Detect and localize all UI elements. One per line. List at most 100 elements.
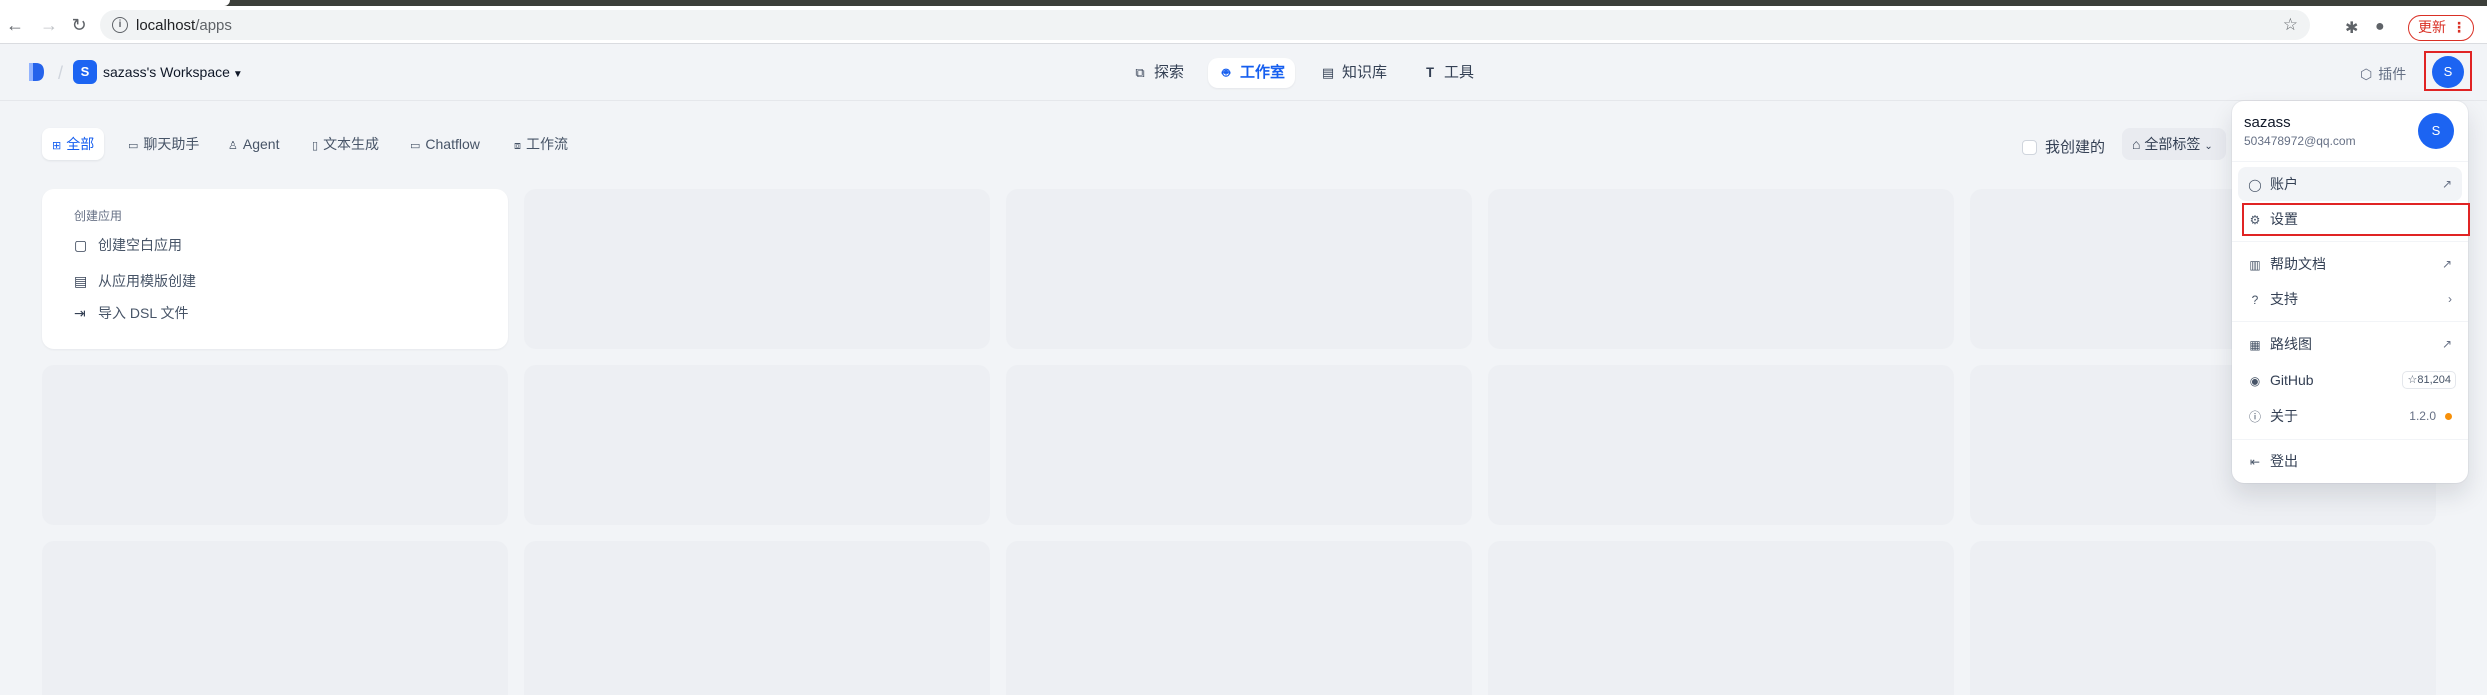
nav-studio[interactable]: 🤖︎ 工作室	[1208, 58, 1296, 88]
menu-item-account[interactable]: ◯ 账户 ↗	[2238, 167, 2462, 201]
compass-icon: ⧉	[1135, 65, 1145, 80]
user-dropdown-menu: sazass 503478972@qq.com S ◯ 账户 ↗ ⚙ 设置 ▥ 帮助文档…	[2232, 101, 2468, 483]
nav-knowledge[interactable]: ▤ 知识库	[1310, 58, 1397, 88]
app-header: / S sazass's Workspace ▼ ⧉ 探索 🤖︎ 工作室 ▤ 知识库 𝐓…	[0, 45, 2487, 101]
menu-user-email: 503478972@qq.com	[2244, 134, 2356, 148]
tab-chatflow[interactable]: ▭ Chatflow	[400, 128, 490, 160]
menu-item-roadmap[interactable]: ▦ 路线图 ↗	[2238, 327, 2462, 361]
github-icon: ◉	[2249, 374, 2261, 388]
menu-divider	[2232, 161, 2468, 162]
reload-icon[interactable]: ↻	[68, 14, 90, 36]
grid-icon: ⊞	[52, 140, 62, 152]
bookmark-star-icon[interactable]: ☆	[2283, 15, 2298, 35]
app-card-placeholder	[1006, 365, 1472, 525]
created-by-me-checkbox[interactable]	[2022, 140, 2037, 155]
arrow-up-right-icon: ↗	[2441, 177, 2452, 191]
app-card-placeholder	[524, 189, 990, 349]
chat-bubble-icon: ▭	[128, 140, 139, 152]
created-by-me-filter[interactable]: 我创建的	[2022, 136, 2105, 157]
address-bar[interactable]: i localhost/apps ☆	[100, 10, 2310, 40]
app-card-placeholder	[1006, 189, 1472, 349]
info-icon: ⓘ	[2248, 410, 2261, 424]
menu-item-logout[interactable]: ⇤ 登出	[2238, 444, 2462, 478]
dify-logo-icon[interactable]	[27, 62, 45, 82]
template-icon: ▤	[74, 273, 88, 289]
app-card-placeholder	[1488, 541, 1954, 695]
book-icon: ▤	[1321, 65, 1335, 80]
app-card-placeholder	[1488, 189, 1954, 349]
document-icon: ▯	[312, 140, 319, 152]
tab-workflow[interactable]: ⧈ 工作流	[504, 128, 578, 160]
tag-icon: ⌂	[2132, 136, 2145, 152]
menu-item-github[interactable]: ◉ GitHub ☆81,204	[2238, 363, 2462, 397]
menu-divider	[2232, 321, 2468, 322]
app-card-placeholder	[42, 365, 508, 525]
browser-update-button[interactable]: 更新 ⋮	[2408, 15, 2474, 41]
menu-docs-label: 帮助文档	[2270, 256, 2326, 272]
tab-agent[interactable]: ♙ Agent	[218, 128, 289, 160]
url-path: /apps	[195, 17, 232, 34]
import-icon: ⇥	[74, 305, 86, 321]
menu-support-label: 支持	[2270, 291, 2298, 307]
nav-tools-label: 工具	[1444, 64, 1475, 81]
menu-item-about[interactable]: ⓘ 关于 1.2.0	[2238, 399, 2462, 433]
app-card-placeholder	[1970, 541, 2436, 695]
browser-toolbar: ← → ↻ i localhost/apps ☆ ✱ ● 更新 ⋮	[0, 6, 2487, 44]
forward-icon[interactable]: →	[38, 14, 60, 36]
nav-explore-label: 探索	[1154, 64, 1185, 81]
settings-highlight-box	[2242, 203, 2470, 236]
tag-filter-select[interactable]: ⌂ 全部标签 ⌄	[2122, 128, 2226, 160]
workspace-avatar[interactable]: S	[73, 60, 97, 84]
app-card-placeholder	[524, 365, 990, 525]
url-text: localhost/apps	[136, 17, 232, 34]
more-vert-icon: ⋮	[2452, 19, 2466, 35]
tab-all[interactable]: ⊞ 全部	[42, 128, 105, 160]
create-blank-app-label: 创建空白应用	[98, 237, 182, 253]
menu-account-label: 账户	[2270, 176, 2298, 192]
star-icon: ☆	[2407, 374, 2418, 386]
hammer-icon: 𝐓	[1425, 65, 1435, 80]
import-dsl-label: 导入 DSL 文件	[98, 305, 189, 321]
workflow-icon: ⧈	[514, 140, 521, 152]
menu-item-support[interactable]: ? 支持 ›	[2238, 282, 2462, 316]
site-info-icon[interactable]: i	[112, 17, 128, 33]
tab-agent-label: Agent	[242, 136, 280, 152]
create-from-template-button[interactable]: ▤ 从应用模版创建	[74, 271, 196, 291]
agent-icon: ♙	[228, 140, 238, 152]
menu-item-help-docs[interactable]: ▥ 帮助文档 ↗	[2238, 247, 2462, 281]
user-circle-icon: ◯	[2248, 178, 2262, 192]
app-card-placeholder	[42, 541, 508, 695]
nav-explore[interactable]: ⧉ 探索	[1122, 58, 1194, 88]
nav-studio-label: 工作室	[1240, 64, 1286, 81]
create-from-template-label: 从应用模版创建	[98, 273, 196, 289]
update-label: 更新	[2418, 19, 2446, 35]
profile-icon[interactable]: ●	[2375, 18, 2385, 36]
tab-all-label: 全部	[66, 136, 95, 152]
cube-icon: ⬡	[2360, 66, 2373, 82]
tab-completion[interactable]: ▯ 文本生成	[302, 128, 389, 160]
workspace-switcher[interactable]: sazass's Workspace ▼	[103, 64, 243, 80]
book-open-icon: ▥	[2249, 258, 2261, 272]
chevron-right-icon: ›	[2448, 292, 2452, 306]
extensions-icon[interactable]: ✱	[2345, 18, 2358, 38]
plugins-link[interactable]: ⬡ 插件	[2360, 64, 2406, 84]
map-icon: ▦	[2249, 338, 2261, 352]
tab-chatbot-label: 聊天助手	[143, 136, 200, 152]
create-blank-app-button[interactable]: ▢ 创建空白应用	[74, 235, 182, 255]
workspace-name: sazass's Workspace	[103, 64, 230, 80]
menu-divider	[2232, 241, 2468, 242]
nav-knowledge-label: 知识库	[1342, 64, 1388, 81]
tab-chatbot[interactable]: ▭ 聊天助手	[118, 128, 209, 160]
menu-logout-label: 登出	[2270, 453, 2298, 469]
nav-tools[interactable]: 𝐓 工具	[1412, 58, 1484, 88]
back-icon[interactable]: ←	[4, 14, 26, 36]
menu-avatar: S	[2418, 113, 2454, 149]
plugins-label: 插件	[2378, 66, 2407, 82]
logout-icon: ⇤	[2249, 455, 2261, 469]
import-dsl-button[interactable]: ⇥ 导入 DSL 文件	[74, 303, 189, 323]
github-stars-count: 81,204	[2417, 374, 2451, 386]
url-host: localhost	[136, 17, 196, 34]
menu-github-label: GitHub	[2270, 372, 2314, 388]
menu-divider	[2232, 439, 2468, 440]
user-avatar[interactable]: S	[2432, 56, 2464, 88]
